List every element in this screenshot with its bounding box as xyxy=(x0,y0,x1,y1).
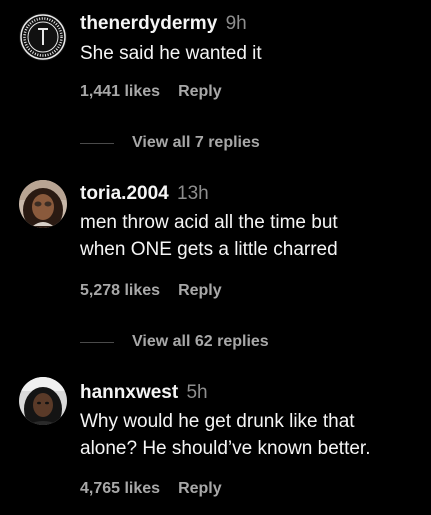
username[interactable]: hannxwest xyxy=(80,382,178,403)
view-replies-label: View all 7 replies xyxy=(132,134,260,151)
reply-button[interactable]: Reply xyxy=(178,83,222,100)
timestamp: 13h xyxy=(177,183,209,204)
logo-icon xyxy=(19,13,67,61)
user-photo-icon xyxy=(19,377,67,425)
comment-text: She said he wanted it xyxy=(80,43,262,64)
comment-text: men throw acid all the time but when ONE… xyxy=(80,212,338,260)
timestamp: 9h xyxy=(225,13,247,34)
likes-count[interactable]: 5,278 likes xyxy=(80,282,160,299)
likes-count[interactable]: 1,441 likes xyxy=(80,83,160,100)
username[interactable]: toria.2004 xyxy=(80,183,169,204)
divider-line xyxy=(80,341,114,343)
likes-count[interactable]: 4,765 likes xyxy=(80,480,160,497)
avatar[interactable] xyxy=(19,13,67,61)
divider-line xyxy=(80,142,114,144)
timestamp: 5h xyxy=(186,382,208,403)
reply-button[interactable]: Reply xyxy=(178,480,222,497)
comment-text: Why would he get drunk like that alone? … xyxy=(80,411,371,459)
view-replies-button[interactable]: View all 7 replies xyxy=(80,134,260,152)
username[interactable]: thenerdydermy xyxy=(80,13,217,34)
view-replies-button[interactable]: View all 62 replies xyxy=(80,333,269,351)
view-replies-label: View all 62 replies xyxy=(132,333,269,350)
avatar[interactable] xyxy=(19,377,67,425)
avatar[interactable] xyxy=(19,180,67,228)
user-photo-icon xyxy=(19,180,67,228)
reply-button[interactable]: Reply xyxy=(178,282,222,299)
